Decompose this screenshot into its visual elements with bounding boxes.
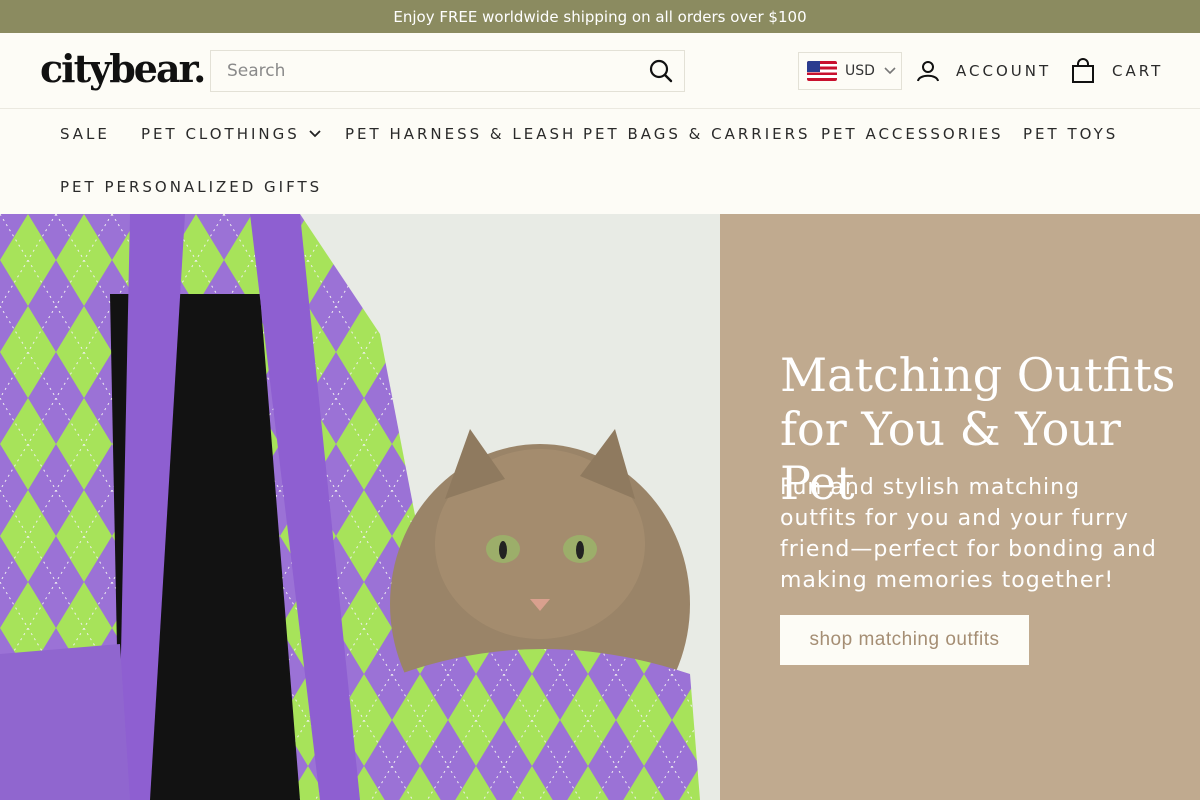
nav-item-pet-accessories[interactable]: PET ACCESSORIES [821,125,1004,143]
account-link[interactable]: ACCOUNT [916,53,1051,89]
currency-label: USD [845,63,875,79]
nav-item-sale[interactable]: SALE [60,125,110,143]
nav-item-pet-personalized-gifts[interactable]: PET PERSONALIZED GIFTS [60,178,322,196]
nav-item-label: PET TOYS [1023,125,1119,143]
site-header: citybear. USD ACCOUNT CART [0,33,1200,109]
hero-description: Fun and stylish matching outfits for you… [780,475,1157,593]
nav-item-pet-clothings[interactable]: PET CLOTHINGS [141,125,322,143]
main-nav: SALE PET CLOTHINGS PET HARNESS & LEASH P… [0,109,1200,214]
chevron-down-icon [884,67,896,75]
nav-item-label: SALE [60,125,110,143]
shop-matching-outfits-button[interactable]: shop matching outfits [780,615,1029,665]
search-input[interactable] [211,51,631,91]
chevron-down-icon [309,130,321,138]
cart-link[interactable]: CART [1070,53,1163,89]
site-logo[interactable]: citybear. [40,45,206,93]
us-flag-icon [807,61,837,81]
account-label: ACCOUNT [956,62,1052,80]
hero-image [0,214,720,800]
announcement-text: Enjoy FREE worldwide shipping on all ord… [393,7,807,26]
cart-label: CART [1112,62,1164,80]
announcement-bar: Enjoy FREE worldwide shipping on all ord… [0,0,1200,33]
nav-item-label: PET ACCESSORIES [821,125,1004,143]
currency-selector[interactable]: USD [798,52,902,90]
cart-bag-icon [1072,58,1094,83]
user-icon [917,61,939,82]
nav-item-label: PET PERSONALIZED GIFTS [60,178,323,196]
nav-item-pet-bags-carriers[interactable]: PET BAGS & CARRIERS [583,125,811,143]
hero-photo-illustration [0,214,720,800]
nav-item-label: PET HARNESS & LEASH [345,125,577,143]
nav-item-pet-harness-leash[interactable]: PET HARNESS & LEASH [345,125,576,143]
hero-title-line-1: Matching Outfits [780,348,1176,402]
nav-item-label: PET CLOTHINGS [141,125,300,143]
nav-item-label: PET BAGS & CARRIERS [583,125,811,143]
search-bar [210,50,685,92]
nav-item-pet-toys[interactable]: PET TOYS [1023,125,1118,143]
search-icon [649,59,673,83]
search-button[interactable] [648,58,674,84]
hero-panel: Matching Outfits for You & Your Pet Fun … [720,214,1200,800]
